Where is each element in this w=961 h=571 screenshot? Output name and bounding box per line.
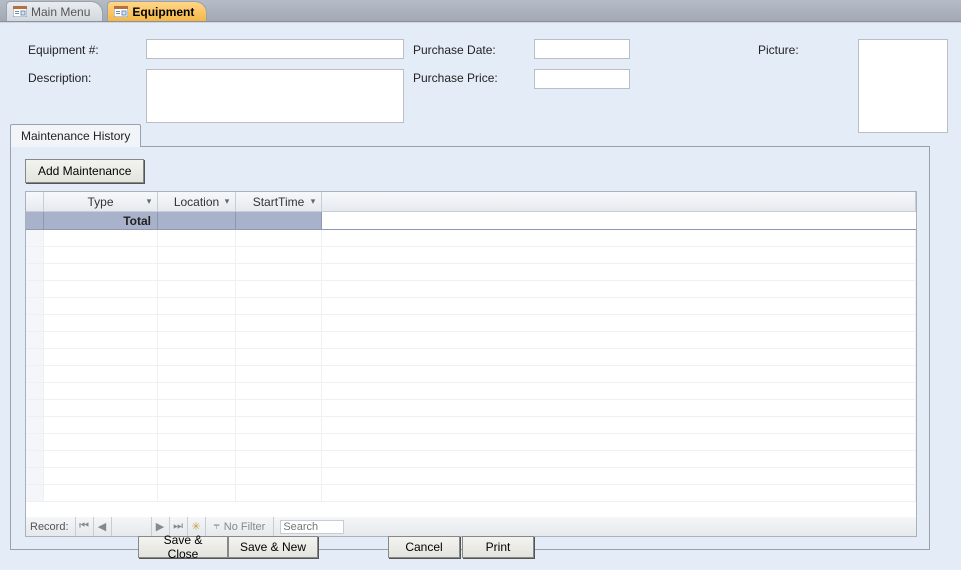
grid-row[interactable] bbox=[26, 298, 916, 315]
grid-row[interactable] bbox=[26, 247, 916, 264]
total-label-cell: Total bbox=[44, 212, 158, 229]
grid-select-all[interactable] bbox=[26, 192, 44, 211]
total-location-cell bbox=[158, 212, 236, 229]
save-and-new-button[interactable]: Save & New bbox=[228, 536, 318, 558]
column-header-type-label: Type bbox=[87, 195, 113, 209]
grid-row[interactable] bbox=[26, 417, 916, 434]
form-icon bbox=[114, 6, 128, 17]
purchase-date-label: Purchase Date: bbox=[413, 43, 496, 57]
save-and-close-button[interactable]: Save & Close bbox=[138, 536, 228, 558]
grid-row[interactable] bbox=[26, 468, 916, 485]
current-record-box[interactable] bbox=[112, 517, 152, 536]
grid-row[interactable] bbox=[26, 230, 916, 247]
form-icon bbox=[13, 6, 27, 17]
grid-row[interactable] bbox=[26, 485, 916, 502]
total-starttime-cell bbox=[236, 212, 322, 229]
maintenance-tab-control: Maintenance History Add Maintenance Type… bbox=[10, 123, 930, 550]
grid-row[interactable] bbox=[26, 349, 916, 366]
total-row-selector bbox=[26, 212, 44, 229]
description-input[interactable] bbox=[146, 69, 404, 123]
grid-row[interactable] bbox=[26, 434, 916, 451]
header-fields: Equipment #: Description: Purchase Date:… bbox=[18, 33, 943, 133]
column-header-location[interactable]: Location ▾ bbox=[158, 192, 236, 211]
grid-row[interactable] bbox=[26, 366, 916, 383]
column-header-starttime-label: StartTime bbox=[253, 195, 305, 209]
add-maintenance-button[interactable]: Add Maintenance bbox=[25, 159, 144, 183]
form-body: Equipment #: Description: Purchase Date:… bbox=[0, 22, 961, 570]
grid-row[interactable] bbox=[26, 383, 916, 400]
purchase-price-input[interactable] bbox=[534, 69, 630, 89]
print-button[interactable]: Print bbox=[462, 536, 534, 558]
picture-box[interactable] bbox=[858, 39, 948, 133]
tab-maintenance-history[interactable]: Maintenance History bbox=[10, 124, 141, 147]
grid-row[interactable] bbox=[26, 264, 916, 281]
picture-label: Picture: bbox=[758, 43, 799, 57]
record-label: Record: bbox=[26, 517, 76, 536]
prev-record-button[interactable]: ◀ bbox=[94, 517, 112, 536]
column-header-blank bbox=[322, 192, 916, 211]
description-label: Description: bbox=[28, 71, 91, 85]
grid-row[interactable] bbox=[26, 451, 916, 468]
grid-row[interactable] bbox=[26, 315, 916, 332]
filter-dropdown-icon[interactable]: ▾ bbox=[143, 195, 155, 207]
total-blank-cell bbox=[322, 212, 916, 229]
document-tabs-bar: Main Menu Equipment bbox=[0, 0, 961, 22]
grid-row[interactable] bbox=[26, 400, 916, 417]
tab-main-menu[interactable]: Main Menu bbox=[6, 1, 103, 21]
first-record-button[interactable]: ⏮ bbox=[76, 517, 94, 536]
grid-body[interactable] bbox=[26, 230, 916, 522]
record-search-input[interactable] bbox=[280, 520, 344, 534]
tab-equipment[interactable]: Equipment bbox=[107, 1, 207, 21]
grid-header-row: Type ▾ Location ▾ StartTime ▾ bbox=[26, 192, 916, 212]
grid-row[interactable] bbox=[26, 281, 916, 298]
grid-row[interactable] bbox=[26, 332, 916, 349]
column-header-location-label: Location bbox=[174, 195, 219, 209]
filter-dropdown-icon[interactable]: ▾ bbox=[307, 195, 319, 207]
tab-equipment-label: Equipment bbox=[132, 5, 194, 19]
purchase-price-label: Purchase Price: bbox=[413, 71, 498, 85]
cancel-button[interactable]: Cancel bbox=[388, 536, 460, 558]
filter-dropdown-icon[interactable]: ▾ bbox=[221, 195, 233, 207]
maintenance-panel: Add Maintenance Type ▾ Location ▾ StartT… bbox=[10, 146, 930, 550]
form-action-buttons: Save & Close Save & New Cancel Print bbox=[0, 536, 961, 562]
no-filter-label: No Filter bbox=[224, 521, 266, 533]
maintenance-grid[interactable]: Type ▾ Location ▾ StartTime ▾ Total bbox=[25, 191, 917, 523]
search-segment bbox=[274, 517, 350, 536]
equipment-number-input[interactable] bbox=[146, 39, 404, 59]
grid-total-row: Total bbox=[26, 212, 916, 230]
filter-icon: ⫧ bbox=[214, 520, 220, 533]
equipment-number-label: Equipment #: bbox=[28, 43, 99, 57]
purchase-date-input[interactable] bbox=[534, 39, 630, 59]
column-header-starttime[interactable]: StartTime ▾ bbox=[236, 192, 322, 211]
tab-main-menu-label: Main Menu bbox=[31, 5, 90, 19]
column-header-type[interactable]: Type ▾ bbox=[44, 192, 158, 211]
